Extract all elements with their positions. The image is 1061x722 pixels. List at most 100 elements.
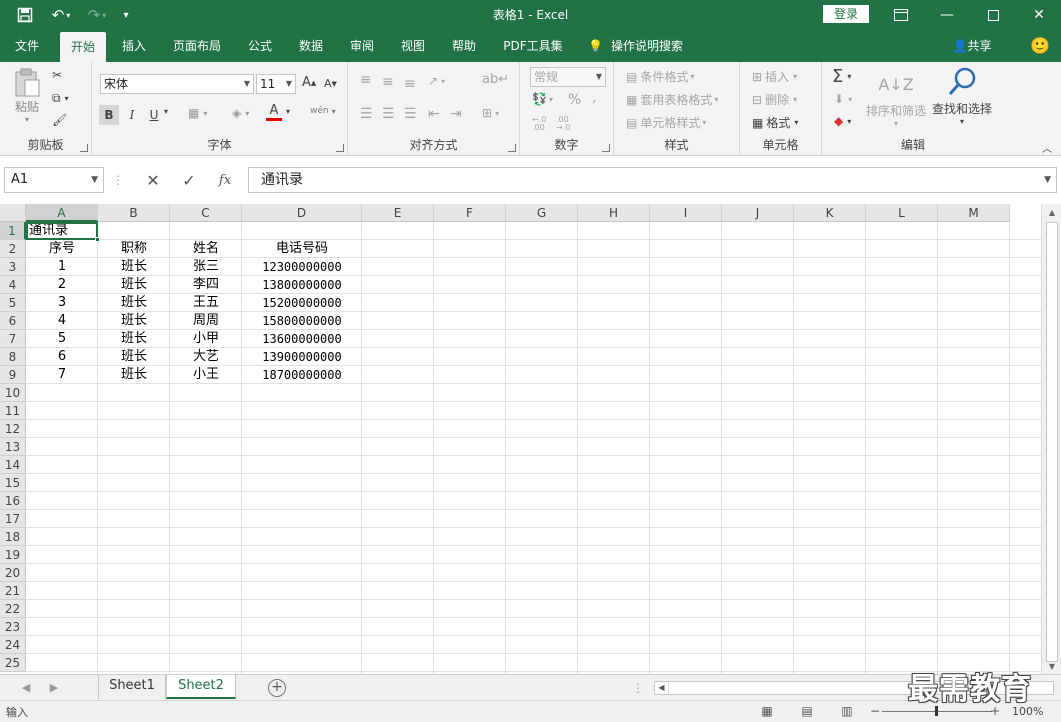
align-right-icon[interactable]: ☰ [404, 106, 417, 122]
row-header-18[interactable]: 18 [0, 528, 26, 546]
header-cell-phone[interactable]: 电话号码 [242, 240, 362, 258]
tell-me-search[interactable]: 💡 操作说明搜索 [588, 30, 708, 62]
decrease-font-icon[interactable]: A ▼ [324, 77, 337, 90]
scroll-left-icon[interactable]: ◀ [655, 682, 669, 694]
underline-button[interactable]: U [146, 105, 162, 125]
accounting-format-icon[interactable]: 💱 ▾ [532, 92, 553, 106]
table-cell[interactable]: 3 [26, 294, 98, 312]
tab-view[interactable]: 视图 [392, 30, 434, 62]
row-header-4[interactable]: 4 [0, 276, 26, 294]
row-header-22[interactable]: 22 [0, 600, 26, 618]
tab-formulas[interactable]: 公式 [240, 30, 280, 62]
row-header-14[interactable]: 14 [0, 456, 26, 474]
table-cell[interactable]: 15200000000 [242, 294, 362, 312]
tab-pdf-tools[interactable]: PDF工具集 [496, 30, 570, 62]
copy-icon[interactable]: ⧉ ▾ [52, 91, 69, 106]
fill-handle[interactable] [95, 237, 100, 242]
tab-data[interactable]: 数据 [290, 30, 332, 62]
column-header-k[interactable]: K [794, 204, 866, 222]
table-cell[interactable]: 李四 [170, 276, 242, 294]
header-cell-no[interactable]: 序号 [26, 240, 98, 258]
percent-icon[interactable]: % [568, 92, 581, 108]
decrease-decimal-icon[interactable]: .00 →.0 [556, 116, 576, 132]
column-header-c[interactable]: C [170, 204, 242, 222]
login-button[interactable]: 登录 [823, 5, 869, 23]
row-header-17[interactable]: 17 [0, 510, 26, 528]
table-cell[interactable]: 18700000000 [242, 366, 362, 384]
table-cell[interactable]: 班长 [98, 366, 170, 384]
confirm-entry-icon[interactable]: ✓ [174, 167, 204, 193]
table-cell[interactable]: 4 [26, 312, 98, 330]
page-layout-view-icon[interactable]: ▤ [798, 704, 816, 718]
header-cell-name[interactable]: 姓名 [170, 240, 242, 258]
row-header-23[interactable]: 23 [0, 618, 26, 636]
wrap-text-icon[interactable]: ab↵ [482, 72, 509, 87]
row-header-13[interactable]: 13 [0, 438, 26, 456]
sort-filter-button[interactable]: A↓Z 排序和筛选 ▾ [866, 68, 926, 128]
bold-button[interactable]: B [99, 105, 119, 125]
table-cell[interactable]: 13900000000 [242, 348, 362, 366]
font-size-combo[interactable]: 11 ▼ [256, 74, 296, 94]
align-middle-icon[interactable]: ≡ [382, 74, 394, 90]
redo-icon[interactable]: ↷ ▾ [82, 0, 112, 30]
save-icon[interactable] [12, 0, 38, 30]
row-header-8[interactable]: 8 [0, 348, 26, 366]
column-header-i[interactable]: I [650, 204, 722, 222]
column-header-m[interactable]: M [938, 204, 1010, 222]
table-cell[interactable]: 周周 [170, 312, 242, 330]
format-painter-icon[interactable]: 🖌 [52, 113, 67, 127]
row-header-6[interactable]: 6 [0, 312, 26, 330]
row-header-24[interactable]: 24 [0, 636, 26, 654]
sheet-next-icon[interactable]: ▶ [44, 679, 64, 697]
table-cell[interactable]: 15800000000 [242, 312, 362, 330]
table-cell[interactable]: 小甲 [170, 330, 242, 348]
delete-cells-button[interactable]: ⊟ 删除 ▾ [752, 91, 797, 108]
align-left-icon[interactable]: ☰ [360, 106, 373, 122]
phonetic-guide-icon[interactable]: wén ▾ [310, 106, 336, 116]
increase-indent-icon[interactable]: ⇥ [450, 106, 462, 122]
formula-bar-splitter-icon[interactable]: ⋮ [108, 167, 128, 193]
table-cell[interactable]: 班长 [98, 312, 170, 330]
collapse-ribbon-icon[interactable]: ︿ [1042, 140, 1052, 155]
tab-home[interactable]: 开始 [60, 32, 106, 62]
fill-icon[interactable]: ⬇ ▾ [834, 92, 852, 106]
row-header-10[interactable]: 10 [0, 384, 26, 402]
row-header-16[interactable]: 16 [0, 492, 26, 510]
cancel-entry-icon[interactable]: ✕ [138, 167, 168, 193]
tab-split-handle-icon[interactable]: ⋮ [628, 679, 648, 697]
vertical-scrollbar[interactable]: ▲ ▼ [1041, 204, 1061, 674]
column-header-h[interactable]: H [578, 204, 650, 222]
scroll-down-icon[interactable]: ▼ [1042, 660, 1061, 674]
row-header-7[interactable]: 7 [0, 330, 26, 348]
row-header-9[interactable]: 9 [0, 366, 26, 384]
find-select-button[interactable]: 查找和选择 ▾ [932, 66, 992, 126]
font-launcher-icon[interactable] [336, 144, 344, 152]
table-cell[interactable]: 班长 [98, 276, 170, 294]
conditional-format-button[interactable]: ▤ 条件格式 ▾ [626, 68, 694, 85]
row-header-11[interactable]: 11 [0, 402, 26, 420]
insert-cells-button[interactable]: ⊞ 插入 ▾ [752, 68, 797, 85]
sheet-tab-sheet2[interactable]: Sheet2 [166, 675, 236, 699]
column-header-g[interactable]: G [506, 204, 578, 222]
table-cell[interactable]: 班长 [98, 258, 170, 276]
close-icon[interactable]: ✕ [1016, 0, 1061, 30]
customize-qat-icon[interactable]: ▾ [116, 0, 136, 30]
header-cell-title[interactable]: 职称 [98, 240, 170, 258]
page-break-view-icon[interactable]: ▥ [838, 704, 856, 718]
font-name-combo[interactable]: 宋体 ▼ [100, 74, 254, 94]
table-cell[interactable]: 小王 [170, 366, 242, 384]
column-header-j[interactable]: J [722, 204, 794, 222]
align-top-icon[interactable]: ≡ [360, 72, 372, 88]
cut-icon[interactable]: ✂ [52, 68, 62, 82]
table-cell[interactable]: 王五 [170, 294, 242, 312]
ribbon-display-icon[interactable] [878, 0, 924, 30]
paste-button[interactable]: 粘贴 ▾ [10, 68, 44, 124]
column-header-d[interactable]: D [242, 204, 362, 222]
row-header-3[interactable]: 3 [0, 258, 26, 276]
alignment-launcher-icon[interactable] [508, 144, 516, 152]
row-header-19[interactable]: 19 [0, 546, 26, 564]
number-format-combo[interactable]: 常规 ▼ [530, 67, 606, 87]
column-header-a[interactable]: A [26, 204, 98, 222]
table-cell[interactable]: 班长 [98, 294, 170, 312]
maximize-icon[interactable] [970, 0, 1016, 30]
